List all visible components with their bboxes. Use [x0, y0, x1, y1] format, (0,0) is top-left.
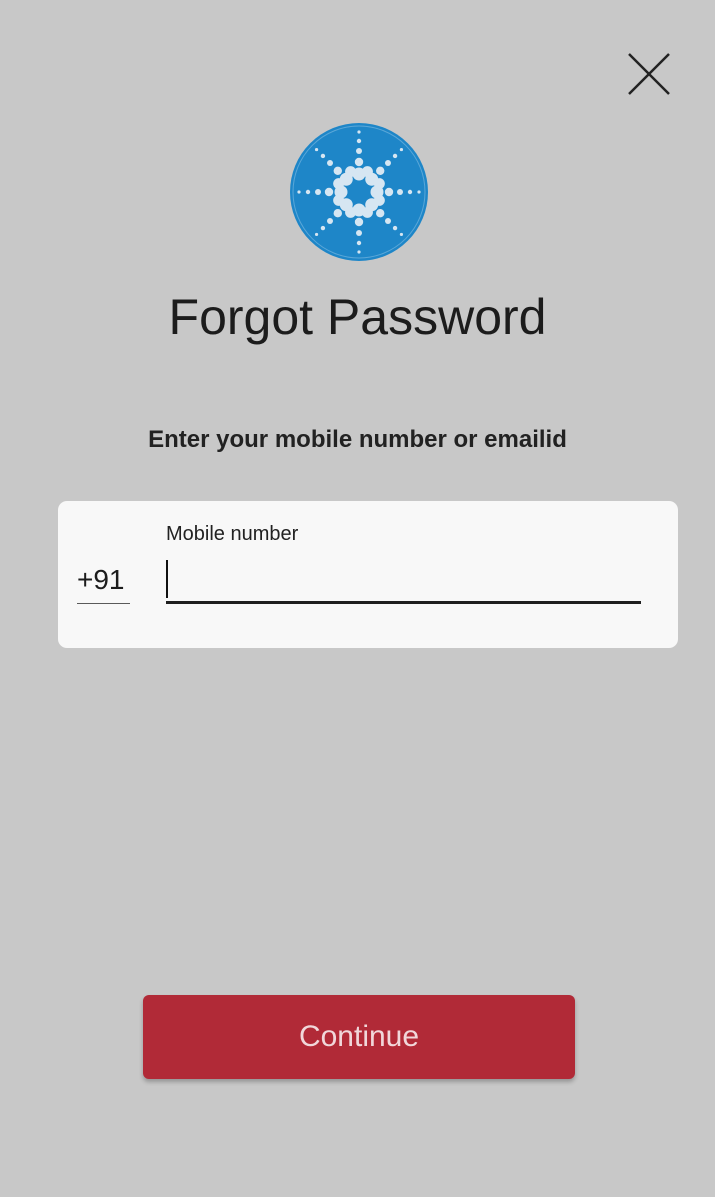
logo-dot	[392, 153, 398, 159]
country-code-selector[interactable]: +91	[77, 561, 130, 604]
starburst-logo-icon	[290, 123, 428, 261]
logo-dot	[327, 160, 334, 167]
mobile-number-label: Mobile number	[166, 523, 299, 545]
logo-dot	[407, 189, 413, 195]
logo-dot	[356, 148, 362, 154]
logo-dot	[324, 187, 334, 197]
logo-dot	[399, 232, 404, 237]
logo-dot	[320, 225, 326, 231]
logo-dot	[315, 189, 321, 195]
logo-dot	[356, 138, 362, 144]
logo-dot	[327, 217, 334, 224]
logo-dot	[397, 189, 403, 195]
logo-dot	[384, 187, 394, 197]
logo-dot	[320, 153, 326, 159]
logo-dot	[354, 157, 364, 167]
logo-dot	[384, 217, 391, 224]
close-button[interactable]	[624, 50, 674, 98]
logo-dot	[333, 166, 342, 175]
logo-dot	[357, 130, 361, 134]
logo-dot	[384, 160, 391, 167]
mobile-number-card: +91 Mobile number	[58, 501, 678, 648]
logo-dot	[417, 190, 421, 194]
logo-dot	[376, 166, 385, 175]
logo-dot	[297, 190, 301, 194]
text-caret	[166, 560, 168, 598]
logo-dot	[354, 217, 364, 227]
logo-dot	[361, 166, 373, 178]
logo-dot	[333, 178, 345, 190]
logo-dot	[345, 206, 357, 218]
logo-dot	[356, 240, 362, 246]
logo-dot	[399, 147, 404, 152]
logo-dot	[361, 206, 373, 218]
logo-dot	[333, 194, 345, 206]
app-logo	[289, 122, 429, 262]
logo-dot	[314, 147, 319, 152]
logo-dot	[373, 178, 385, 190]
instruction-text: Enter your mobile number or emailid	[148, 426, 567, 453]
logo-dot	[305, 189, 311, 195]
continue-button[interactable]: Continue	[143, 995, 575, 1079]
logo-dot	[376, 209, 385, 218]
logo-dot	[392, 225, 398, 231]
close-icon	[628, 53, 670, 95]
logo-dot	[357, 250, 361, 254]
logo-dot	[345, 166, 357, 178]
logo-dot	[373, 194, 385, 206]
page-title: Forgot Password	[168, 289, 547, 345]
logo-dot	[333, 209, 342, 218]
mobile-number-input[interactable]	[166, 556, 641, 604]
logo-dot	[314, 232, 319, 237]
logo-dot	[356, 230, 362, 236]
